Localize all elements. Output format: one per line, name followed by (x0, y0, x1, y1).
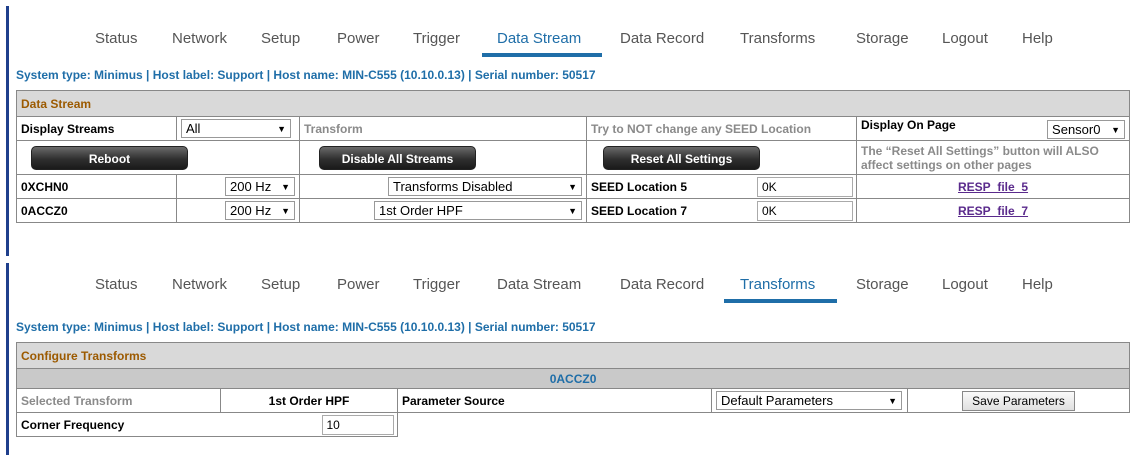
seed-cell: SEED Location 5 0K (586, 174, 857, 199)
rate-value: 200 Hz (230, 203, 272, 218)
rate-cell: 200 Hz ▼ (176, 198, 300, 223)
transform-value: 1st Order HPF (379, 203, 463, 218)
transform-value: Transforms Disabled (393, 179, 513, 194)
channel-name: 0ACCZ0 (16, 198, 177, 223)
reboot-button[interactable]: Reboot (31, 145, 188, 170)
nav-power[interactable]: Power (337, 276, 380, 293)
nav-data-record[interactable]: Data Record (620, 30, 704, 47)
reboot-cell: Reboot (16, 140, 300, 175)
display-streams-cell: All ▼ (176, 116, 300, 141)
resp-file-link[interactable]: RESP_file_7 (958, 204, 1028, 218)
nav-data-stream[interactable]: Data Stream (497, 276, 581, 293)
data-stream-table: Data Stream Display Streams All ▼ Transf… (15, 90, 1131, 223)
rate-cell: 200 Hz ▼ (176, 174, 300, 199)
nav-help[interactable]: Help (1022, 30, 1053, 47)
seed-location-label: SEED Location 7 (591, 203, 688, 218)
save-cell: Save Parameters (906, 388, 1131, 413)
chevron-down-icon: ▼ (281, 181, 290, 192)
nav-storage[interactable]: Storage (856, 30, 909, 47)
nav-transforms[interactable]: Transforms (740, 276, 815, 293)
chevron-down-icon: ▼ (568, 205, 577, 216)
nav-network[interactable]: Network (172, 30, 227, 47)
top-nav: Status Network Setup Power Trigger Data … (0, 20, 1135, 60)
nav-setup[interactable]: Setup (261, 30, 300, 47)
resp-cell: RESP_file_7 (855, 198, 1131, 223)
seed-location-label: SEED Location 5 (591, 179, 688, 194)
parameter-source-select[interactable]: Default Parameters ▼ (716, 391, 902, 410)
nav-power[interactable]: Power (337, 30, 380, 47)
seed-note: Try to NOT change any SEED Location (586, 116, 857, 141)
reset-note: The “Reset All Settings” button will ALS… (855, 140, 1131, 175)
data-stream-title: Data Stream (15, 90, 1131, 117)
chevron-down-icon: ▼ (1111, 124, 1121, 135)
system-info: System type: Minimus | Host label: Suppo… (16, 320, 596, 334)
transform-header: Transform (299, 116, 587, 141)
nav-trigger[interactable]: Trigger (413, 30, 460, 47)
parameter-source-value: Default Parameters (721, 393, 833, 408)
selected-transform-label: Selected Transform (16, 388, 221, 413)
seed-location-input[interactable]: 0K (757, 176, 853, 197)
nav-logout[interactable]: Logout (942, 276, 988, 293)
selected-transform-value: 1st Order HPF (220, 388, 398, 413)
table-row: 0XCHN0 200 Hz ▼ Transforms Disabled ▼ SE… (16, 174, 1131, 199)
nav-network[interactable]: Network (172, 276, 227, 293)
rate-select[interactable]: 200 Hz ▼ (225, 177, 295, 196)
seed-cell: SEED Location 7 0K (586, 198, 857, 223)
nav-trigger[interactable]: Trigger (413, 276, 460, 293)
nav-storage[interactable]: Storage (856, 276, 909, 293)
rate-select[interactable]: 200 Hz ▼ (225, 201, 295, 220)
nav-status[interactable]: Status (95, 276, 138, 293)
display-on-page-select[interactable]: Sensor0 ▼ (1047, 120, 1126, 139)
nav-transforms[interactable]: Transforms (740, 30, 815, 47)
chevron-down-icon: ▼ (568, 181, 577, 192)
nav-logout[interactable]: Logout (942, 30, 988, 47)
system-info: System type: Minimus | Host label: Suppo… (16, 68, 596, 82)
transform-channel-title: 0ACCZ0 (15, 368, 1131, 389)
corner-frequency-cell: 10 (220, 412, 398, 437)
transform-select[interactable]: Transforms Disabled ▼ (388, 177, 582, 196)
display-streams-value: All (186, 121, 201, 136)
bottom-nav: Status Network Setup Power Trigger Data … (0, 266, 1135, 306)
configure-transforms-title: Configure Transforms (15, 342, 1131, 369)
transform-select[interactable]: 1st Order HPF ▼ (374, 201, 582, 220)
table-row: 0ACCZ0 200 Hz ▼ 1st Order HPF ▼ SEED Loc… (16, 198, 1131, 223)
display-streams-select[interactable]: All ▼ (181, 119, 291, 138)
transform-cell: 1st Order HPF ▼ (299, 198, 587, 223)
seed-location-input[interactable]: 0K (757, 200, 853, 221)
display-on-page-label: Display On Page (861, 118, 956, 132)
chevron-down-icon: ▼ (281, 205, 290, 216)
display-streams-label: Display Streams (16, 116, 177, 141)
nav-setup[interactable]: Setup (261, 276, 300, 293)
resp-cell: RESP_file_5 (855, 174, 1131, 199)
nav-help[interactable]: Help (1022, 276, 1053, 293)
corner-frequency-label: Corner Frequency (16, 412, 221, 437)
display-on-page-value: Sensor0 (1052, 122, 1101, 137)
display-on-page-cell: Display On Page Sensor0 ▼ (855, 116, 1131, 141)
chevron-down-icon: ▼ (277, 123, 286, 134)
chevron-down-icon: ▼ (888, 395, 897, 406)
nav-data-record[interactable]: Data Record (620, 276, 704, 293)
resp-file-link[interactable]: RESP_file_5 (958, 180, 1028, 194)
disable-all-streams-button[interactable]: Disable All Streams (319, 145, 476, 170)
disable-all-cell: Disable All Streams (299, 140, 587, 175)
configure-transforms-table: Configure Transforms 0ACCZ0 Selected Tra… (15, 342, 1131, 437)
channel-name: 0XCHN0 (16, 174, 177, 199)
corner-frequency-input[interactable]: 10 (321, 414, 394, 435)
parameter-source-cell: Default Parameters ▼ (711, 388, 908, 413)
reset-all-settings-button[interactable]: Reset All Settings (603, 145, 760, 170)
parameter-source-label: Parameter Source (397, 388, 712, 413)
empty-cell (396, 412, 1130, 437)
nav-status[interactable]: Status (95, 30, 138, 47)
rate-value: 200 Hz (230, 179, 272, 194)
active-tab-underline (482, 53, 602, 57)
nav-data-stream[interactable]: Data Stream (497, 30, 581, 47)
transform-cell: Transforms Disabled ▼ (299, 174, 587, 199)
save-parameters-button[interactable]: Save Parameters (962, 390, 1075, 411)
active-tab-underline (724, 299, 837, 303)
reset-all-cell: Reset All Settings (586, 140, 857, 175)
